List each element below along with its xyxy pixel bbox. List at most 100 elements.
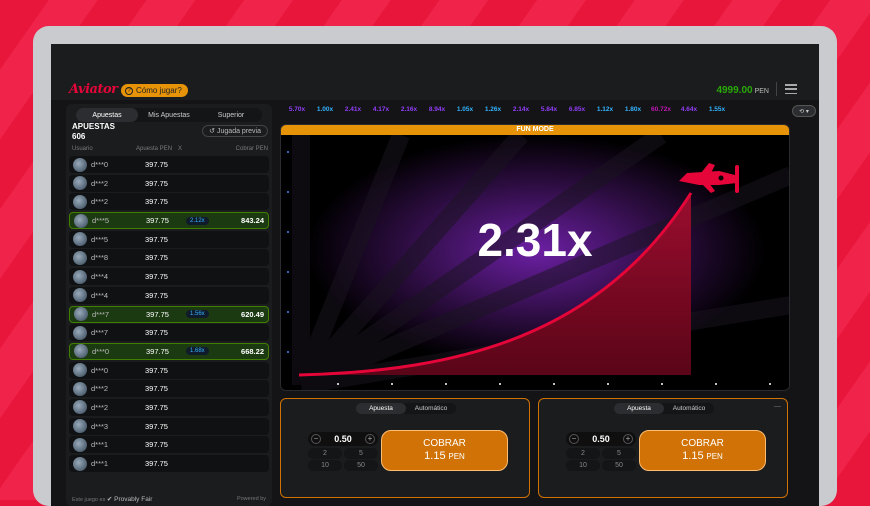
avatar [73,363,87,378]
quick-amounts: 2 5 10 50 [566,448,636,471]
history-dropdown-button[interactable]: ⟲ ▾ [792,105,816,117]
remove-panel-icon[interactable]: — [774,403,781,410]
avatar [73,437,87,452]
col-bet: Apuesta PEN [136,146,173,152]
how-to-play-label: Cómo jugar? [136,86,182,95]
quick-amount-button[interactable]: 50 [344,460,378,471]
history-multiplier: 60.72x [651,106,671,113]
tab-all-bets[interactable]: Apuestas [76,108,138,122]
minus-icon[interactable]: − [569,434,579,444]
bet-panel-tabs: Apuesta Automático [356,403,456,414]
bet-multiplier: 2.12x [186,216,228,225]
stake-stepper[interactable]: − 0.50 + [308,432,378,446]
tab-bet[interactable]: Apuesta [356,403,406,414]
bet-row: d***7 397.75 1.56x 620.49 [69,305,269,323]
tab-auto[interactable]: Automático [406,403,456,414]
minus-icon[interactable]: − [311,434,321,444]
bet-row: d***2 397.75 [69,193,269,211]
stake-value[interactable]: 0.50 [592,434,610,444]
history-multiplier: 4.64x [680,106,698,113]
bet-amount: 397.75 [145,234,168,244]
history-multiplier: 5.70x [288,106,306,113]
current-multiplier: 2.31x [477,214,593,266]
bet-panel-tabs: Apuesta Automático [614,403,714,414]
stake-stepper[interactable]: − 0.50 + [566,432,636,446]
bet-row: d***4 397.75 [69,268,269,286]
bet-row: d***1 397.75 [69,455,269,472]
quick-amount-button[interactable]: 2 [308,448,342,459]
bet-user: d***7 [92,309,110,319]
balance: 4999.00 PEN [716,85,769,96]
bet-row: d***1 397.75 [69,436,269,454]
previous-hand-label: Jugada previa [217,127,261,135]
quick-amount-button[interactable]: 10 [566,460,600,471]
history-multiplier: 1.00x [316,106,334,113]
bet-user: d***8 [91,253,109,263]
bet-row: d***0 397.75 1.68x 668.22 [69,342,269,360]
history-icon: ↺ [209,128,216,135]
how-to-play-button[interactable]: ? Cómo jugar? [121,84,188,97]
cashout-currency: PEN [706,452,723,461]
bet-panel-2: Apuesta Automático — − 0.50 + 2 5 10 50 … [538,398,788,498]
menu-icon[interactable] [785,84,797,94]
avatar [73,194,87,209]
laptop-frame: Aviator ? Cómo jugar? 4999.00 PEN Apuestas… [33,26,837,506]
bet-amount: 397.75 [145,160,168,169]
history-multiplier: 4.17x [372,106,390,113]
avatar [73,400,87,415]
quick-amount-button[interactable]: 50 [602,460,636,471]
bet-cashout: 668.22 [241,346,264,356]
quick-amount-button[interactable]: 10 [308,460,342,471]
bet-amount: 397.75 [145,421,168,431]
bet-amount: 397.75 [146,216,169,226]
bet-user: d***2 [91,384,109,394]
quick-amount-button[interactable]: 5 [602,448,636,459]
divider [776,82,777,96]
col-cashout: Cobrar PEN [235,146,268,152]
quick-amount-button[interactable]: 2 [566,448,600,459]
plus-icon[interactable]: + [623,434,633,444]
tab-my-bets[interactable]: Mis Apuestas [138,108,200,122]
bet-cashout: 843.24 [241,216,264,226]
avatar [73,232,87,247]
bet-user: d***1 [91,459,109,468]
help-icon: ? [125,86,133,95]
bet-user: d***0 [91,160,109,169]
plus-icon[interactable]: + [365,434,375,444]
bets-panel: Apuestas Mis Apuestas Superior APUESTAS 6… [66,104,272,506]
bet-row: d***4 397.75 [69,286,269,304]
fun-mode-banner: FUN MODE [281,125,789,135]
bet-amount: 397.75 [146,346,169,356]
bet-user: d***2 [91,197,109,207]
bet-row: d***0 397.75 [69,361,269,379]
cashout-amount: 1.15 [682,450,704,462]
previous-hand-button[interactable]: ↺ Jugada previa [202,125,268,137]
bet-row: d***2 397.75 [69,398,269,416]
bet-user: d***1 [91,440,109,450]
tab-bet[interactable]: Apuesta [614,403,664,414]
bet-user: d***2 [91,402,109,412]
bet-row: d***5 397.75 [69,230,269,248]
history-multiplier: 1.12x [596,106,614,113]
bets-count: 606 [72,132,86,141]
cashout-button[interactable]: COBRAR 1.15 PEN [381,430,508,471]
bets-title: APUESTAS [72,122,115,131]
balance-amount: 4999.00 [716,85,753,96]
cashout-currency: PEN [448,452,465,461]
bet-amount: 397.75 [145,365,168,375]
bets-columns: Usuario Apuesta PEN X Cobrar PEN [72,146,268,152]
tab-auto[interactable]: Automático [664,403,714,414]
bet-multiplier: 1.68x [186,347,228,356]
quick-amount-button[interactable]: 5 [344,448,378,459]
avatar [74,213,88,228]
tab-top[interactable]: Superior [200,108,262,122]
multiplier-badge: 2.12x [186,216,209,225]
bet-row: d***0 397.75 [69,156,269,173]
multiplier-badge: 1.56x [186,310,209,318]
history-multiplier: 2.16x [400,106,418,113]
bet-row: d***2 397.75 [69,174,269,192]
multiplier-badge: 1.68x [186,347,209,356]
stake-value[interactable]: 0.50 [334,434,352,444]
cashout-button[interactable]: COBRAR 1.15 PEN [639,430,766,471]
bet-cashout: 620.49 [241,309,264,319]
